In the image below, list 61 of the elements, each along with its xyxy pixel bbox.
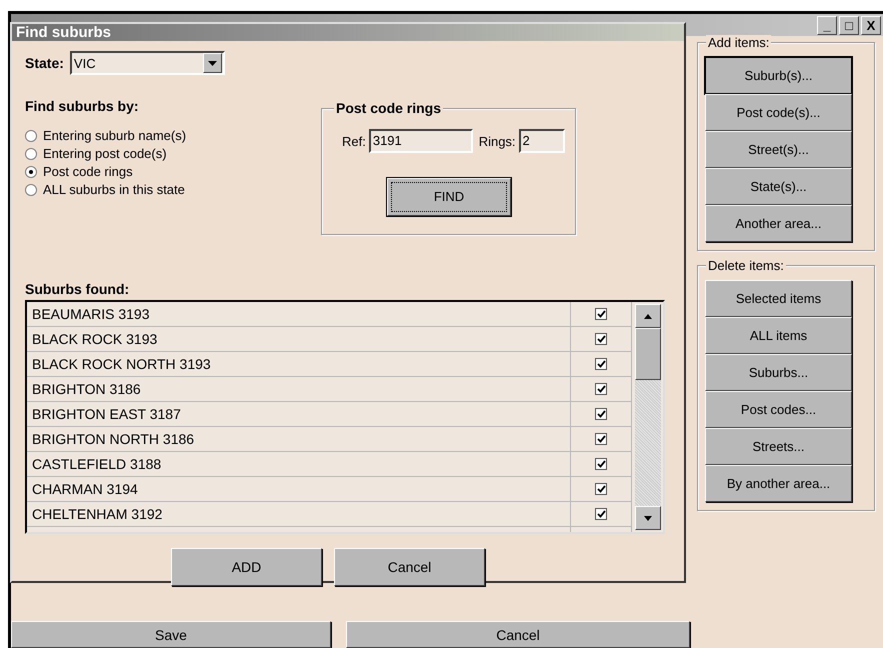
rings-field[interactable]: 2 [518, 129, 565, 153]
radio-label[interactable]: ALL suburbs in this state [43, 182, 185, 197]
radio-label[interactable]: Post code rings [43, 164, 133, 179]
group-title: Add items: [706, 35, 772, 50]
cancel-button[interactable]: Cancel [346, 621, 690, 648]
radio-label[interactable]: Entering suburb name(s) [43, 128, 186, 143]
table-cell: CASTLEFIELD 3188 [27, 452, 571, 476]
checkbox[interactable] [595, 383, 607, 395]
side-button[interactable]: By another area... [705, 465, 852, 502]
table-cell: BRIGHTON EAST 3187 [27, 402, 571, 426]
checkbox[interactable] [595, 358, 607, 370]
window-control[interactable]: X [861, 16, 881, 34]
checkbox[interactable] [595, 308, 607, 320]
radio-label[interactable]: Entering post code(s) [43, 146, 167, 161]
field-label: Ref: [342, 134, 366, 148]
table-cell: BLACK ROCK 3193 [27, 327, 571, 351]
side-button[interactable]: Another area... [705, 205, 852, 242]
table-cell: BLACK ROCK NORTH 3193 [27, 352, 571, 376]
dialog-title: Find suburbs [16, 24, 111, 41]
ref-field[interactable]: 3191 [368, 129, 473, 153]
side-button[interactable]: ALL items [705, 317, 852, 354]
scroll-thumb[interactable] [635, 328, 661, 380]
radio-button[interactable] [25, 166, 37, 178]
cancel-button[interactable]: Cancel [334, 548, 485, 586]
side-button[interactable]: Suburb(s)... [705, 57, 852, 94]
table-cell: CHARMAN 3194 [27, 477, 571, 501]
table-cell: BRIGHTON 3186 [27, 377, 571, 401]
checkbox[interactable] [595, 458, 607, 470]
table-cell: CHELTENHAM 3192 [27, 502, 571, 526]
table-cell: BRIGHTON NORTH 3186 [27, 427, 571, 451]
radio-button[interactable] [25, 130, 37, 142]
scroll-down-icon[interactable] [635, 506, 661, 530]
side-button[interactable]: Post code(s)... [705, 94, 852, 131]
checkbox[interactable] [595, 433, 607, 445]
group-title: Post code rings [334, 101, 444, 116]
checkbox[interactable] [595, 408, 607, 420]
side-button[interactable]: Post codes... [705, 391, 852, 428]
find-button[interactable]: FIND [387, 178, 511, 216]
side-button[interactable]: Street(s)... [705, 131, 852, 168]
section-label: Suburbs found: [25, 281, 130, 297]
window-control[interactable]: _ [817, 16, 837, 34]
save-button[interactable]: Save [11, 621, 331, 648]
radio-button[interactable] [25, 184, 37, 196]
checkbox[interactable] [595, 483, 607, 495]
field-label: Rings: [478, 134, 516, 148]
side-button[interactable]: Selected items [705, 280, 852, 317]
group-title: Delete items: [706, 258, 786, 273]
table-cell: BEAUMARIS 3193 [27, 302, 571, 326]
scroll-up-icon[interactable] [635, 304, 661, 328]
add-button[interactable]: ADD [171, 548, 322, 586]
side-button[interactable]: Streets... [705, 428, 852, 465]
checkbox[interactable] [595, 333, 607, 345]
scrollbar[interactable] [632, 302, 663, 532]
checkbox[interactable] [595, 508, 607, 520]
side-button[interactable]: State(s)... [705, 168, 852, 205]
section-label: Find suburbs by: [25, 98, 140, 114]
field-label: State: [25, 55, 64, 71]
radio-button[interactable] [25, 148, 37, 160]
window-control[interactable]: □ [839, 16, 859, 34]
side-button[interactable]: Suburbs... [705, 354, 852, 391]
state-dropdown[interactable]: VIC [70, 51, 225, 75]
